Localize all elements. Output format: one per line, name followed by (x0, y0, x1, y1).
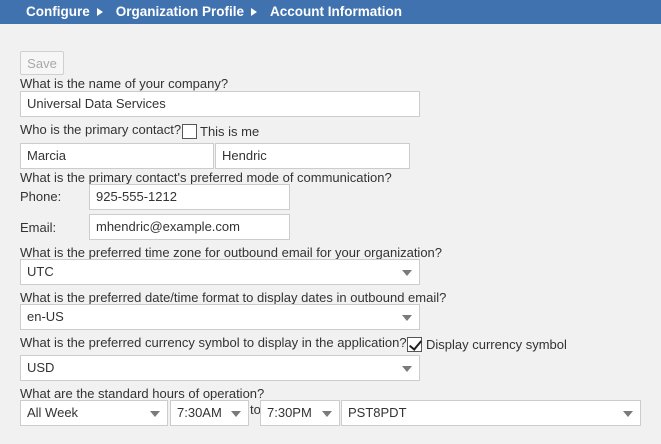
currency-select[interactable]: USD (20, 355, 420, 381)
chevron-down-icon (322, 411, 332, 417)
phone-input[interactable]: 925-555-1212 (89, 184, 290, 210)
breadcrumb: Configure Organization Profile Account I… (0, 0, 661, 24)
timezone-select[interactable]: UTC (20, 259, 420, 285)
company-name-label: What is the name of your company? (20, 76, 229, 91)
currency-value: USD (27, 360, 55, 375)
chevron-down-icon (231, 411, 241, 417)
company-name-input[interactable]: Universal Data Services (20, 91, 420, 117)
hours-start-value: 7:30AM (177, 405, 222, 420)
chevron-right-icon (251, 8, 258, 16)
datetime-format-select[interactable]: en-US (20, 304, 420, 330)
email-label: Email: (20, 220, 57, 235)
chevron-right-icon (96, 8, 103, 16)
display-currency-label: Display currency symbol (426, 337, 567, 352)
currency-label: What is the preferred currency symbol to… (20, 335, 407, 350)
this-is-me-checkbox[interactable] (182, 124, 197, 139)
chevron-down-icon (150, 411, 160, 417)
hours-start-select[interactable]: 7:30AM (170, 400, 249, 426)
phone-label: Phone: (20, 189, 62, 204)
this-is-me-label: This is me (200, 124, 260, 139)
chevron-down-icon (402, 270, 412, 276)
save-button[interactable]: Save (20, 51, 64, 75)
timezone-value: UTC (27, 264, 54, 279)
hours-end-select[interactable]: 7:30PM (260, 400, 340, 426)
chevron-down-icon (402, 315, 412, 321)
display-currency-checkbox[interactable] (407, 337, 422, 352)
breadcrumb-item-account-information: Account Information (270, 4, 403, 19)
email-input[interactable]: mhendric@example.com (89, 214, 290, 240)
hours-timezone-value: PST8PDT (348, 405, 407, 420)
hours-days-select[interactable]: All Week (20, 400, 168, 426)
hours-days-value: All Week (27, 405, 79, 420)
first-name-input[interactable]: Marcia (20, 143, 214, 169)
breadcrumb-item-configure[interactable]: Configure (26, 0, 90, 24)
chevron-down-icon (402, 366, 412, 372)
hours-end-value: 7:30PM (267, 405, 312, 420)
breadcrumb-item-organization-profile[interactable]: Organization Profile (116, 0, 244, 24)
chevron-down-icon (623, 411, 633, 417)
datetime-format-value: en-US (27, 309, 64, 324)
last-name-input[interactable]: Hendric (215, 143, 410, 169)
primary-contact-label: Who is the primary contact? (20, 122, 182, 137)
hours-timezone-select[interactable]: PST8PDT (341, 400, 641, 426)
